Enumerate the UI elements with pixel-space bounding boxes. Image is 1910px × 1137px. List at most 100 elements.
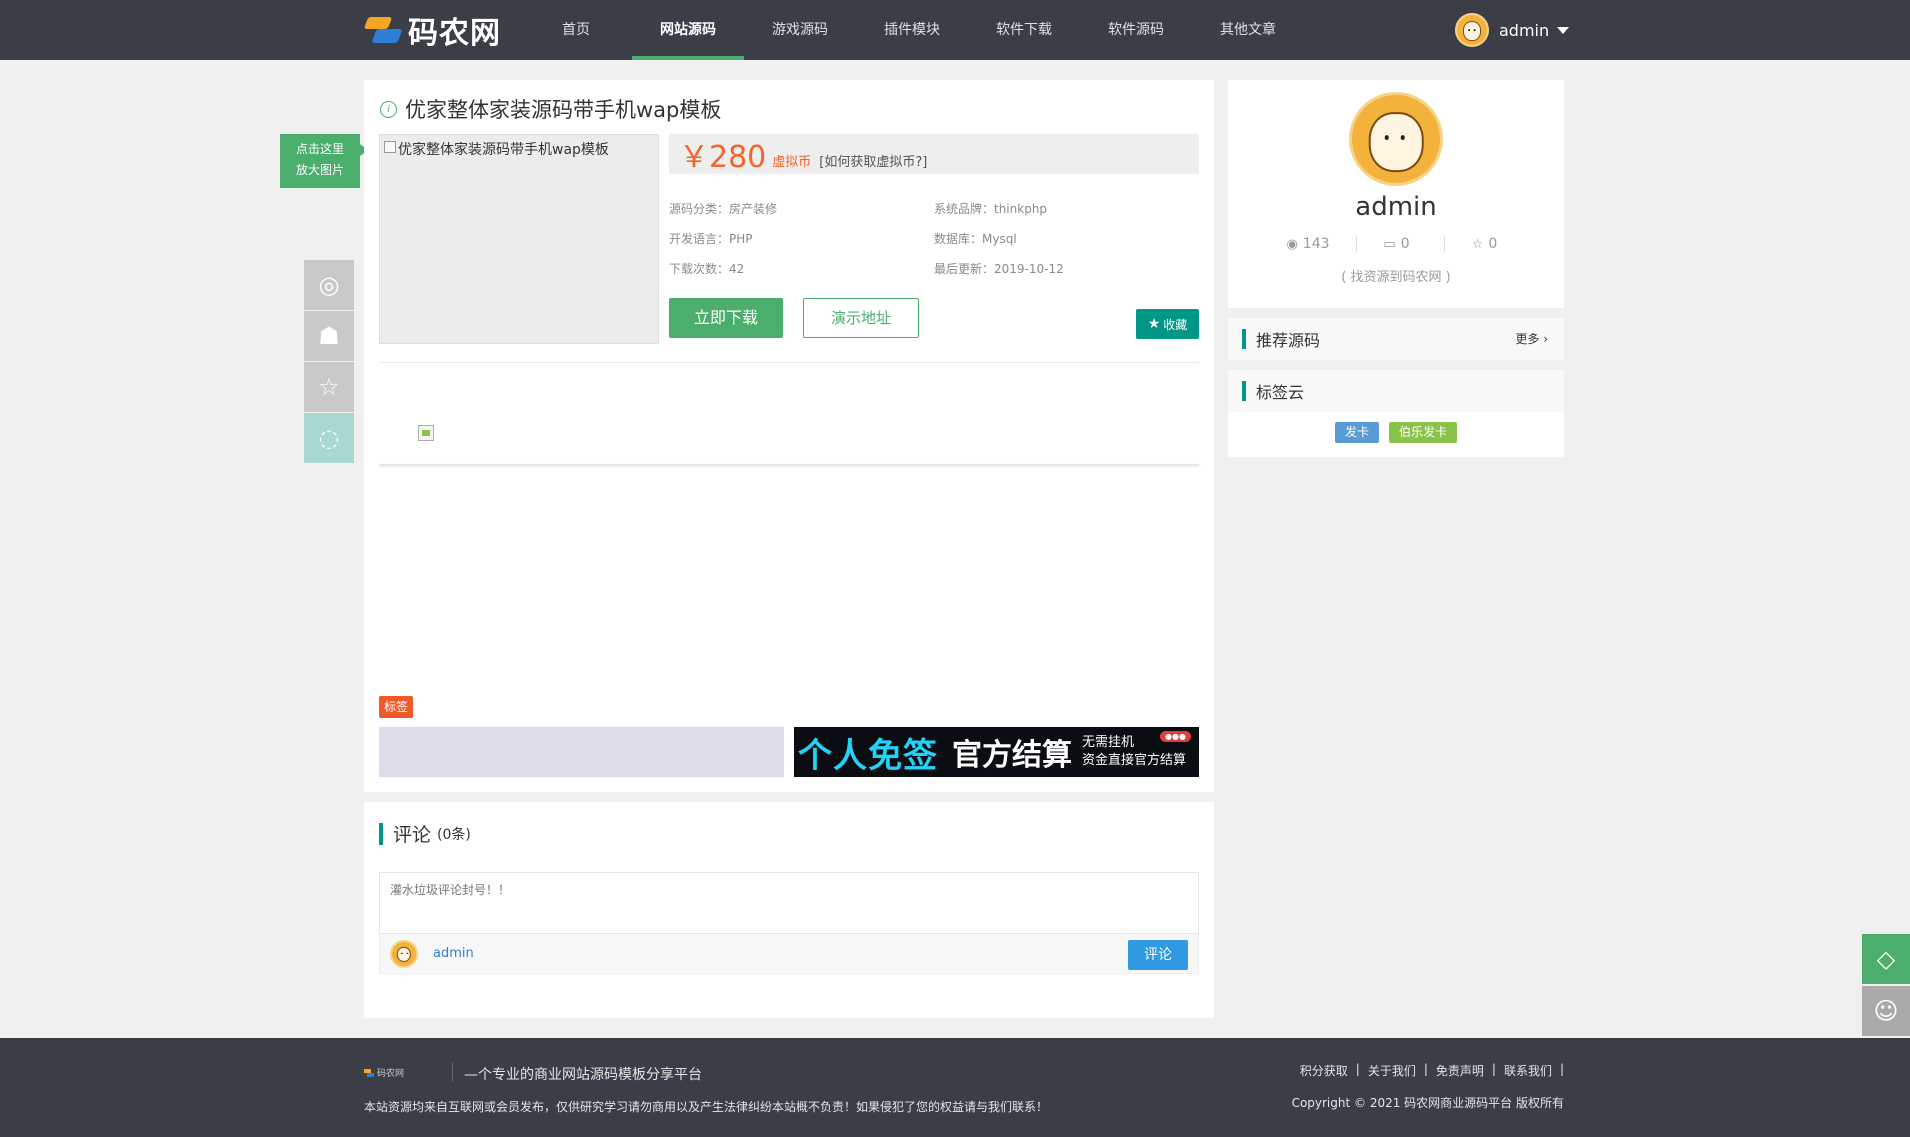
share-qzone-button[interactable]: ☆ [304,362,354,412]
vip-button[interactable]: ◇ [1862,934,1910,984]
tagcloud-header: 标签云 [1228,370,1564,412]
views-count: 143 [1302,236,1330,252]
footer-link-points[interactable]: 积分获取 [1300,1062,1348,1079]
currency-label: 虚拟币 [772,154,812,170]
section-bar-icon [379,822,383,845]
star-outline-icon: ☆ [1471,236,1484,252]
info-icon: i [380,100,397,118]
divider [379,464,1199,466]
nav-item-software-source[interactable]: 软件源码 [1080,0,1192,60]
tag-item[interactable]: 发卡 [1334,422,1379,443]
footer: 码农网 —个专业的商业网站源码模板分享平台 本站资源均来自互联网或会员发布，仅供… [0,1038,1910,1137]
comment-input[interactable] [379,872,1199,934]
comments-title: 评论 [393,824,432,846]
meta-language: 开发语言：PHP [669,232,753,246]
site-logo[interactable]: 码农网 [363,12,501,51]
more-label: 更多 [1515,332,1540,346]
star-icon: ★ [1147,316,1161,332]
comments-stat-count: 0 [1400,236,1410,252]
feedback-button[interactable]: ☺ [1862,986,1910,1036]
meta-brand: 系统品牌：thinkphp [934,202,1048,216]
zoom-image-tip[interactable]: 点击这里 放大图片 [280,134,368,188]
logo-icon [363,13,403,47]
broken-image-icon [384,141,396,153]
tag-list: 发卡 伯乐发卡 [1228,412,1564,457]
share-qq-button[interactable]: ☗ [304,311,354,361]
demo-button[interactable]: 演示地址 [803,298,919,338]
star-icon: ☆ [318,373,340,401]
more-link[interactable]: 更多 › [1515,330,1548,347]
ad-text-3b: 资金直接官方结算 [1082,753,1187,768]
meta-downloads: 下载次数：42 [669,262,745,276]
recommend-header: 推荐源码 更多 › [1228,318,1564,360]
caret-down-icon [1557,26,1570,34]
wechat-icon: ◌ [318,424,340,452]
diamond-icon: ◇ [1876,945,1896,973]
logo-text: 码农网 [408,16,501,51]
nav-item-other-articles[interactable]: 其他文章 [1192,0,1304,60]
avatar[interactable] [1349,92,1443,186]
footer-logo[interactable]: 码农网 [364,1066,404,1079]
footer-copyright: Copyright © 2021 码农网商业源码平台 版权所有 [1291,1096,1564,1110]
main-nav: 首页 网站源码 游戏源码 插件模块 软件下载 软件源码 其他文章 [520,0,1304,60]
separator: | [1423,1062,1428,1076]
ad-banner-right[interactable]: 个人免签 官方结算 无需挂机 资金直接官方结算 ●●● [794,727,1199,777]
footer-link-disclaimer[interactable]: 免责声明 [1436,1062,1484,1079]
nav-item-game-source[interactable]: 游戏源码 [744,0,856,60]
favorite-button[interactable]: ★ 收藏 [1136,309,1199,339]
content-image [418,425,434,441]
footer-disclaimer: 本站资源均来自互联网或会员发布，仅供研究学习请勿商用以及产生法律纠纷本站概不负责… [364,1100,1049,1114]
chevron-right-icon: › [1543,332,1548,346]
nav-item-plugins[interactable]: 插件模块 [856,0,968,60]
smile-icon: ☺ [1873,997,1899,1025]
meta-category: 源码分类：房产装修 [669,202,778,216]
ad-text-1: 个人免签 [798,735,938,776]
product-title-row: i 优家整体家装源码带手机wap模板 [380,94,721,124]
image-alt-text: 优家整体家装源码带手机wap模板 [398,142,609,158]
tag-label: 标签 [379,696,413,718]
zoom-tip-line2: 放大图片 [295,163,344,177]
avatar [390,939,418,968]
avatar [1455,13,1489,47]
weibo-icon: ◎ [318,271,340,299]
price: ￥280 [679,140,767,175]
nav-item-website-source[interactable]: 网站源码 [632,0,744,60]
eye-icon: ◉ [1286,236,1298,252]
meta-database: 数据库：Mysql [934,232,1017,246]
comment-user-name[interactable]: admin [433,946,474,961]
ad-badge: ●●● [1160,731,1191,742]
footer-slogan: —个专业的商业网站源码模板分享平台 [464,1067,702,1083]
comments-header: 评论 (0条) [379,820,471,847]
nav-item-software-download[interactable]: 软件下载 [968,0,1080,60]
tagcloud-card: 标签云 发卡 伯乐发卡 [1228,370,1564,457]
zoom-tip-line1: 点击这里 [295,142,344,156]
tag-item[interactable]: 伯乐发卡 [1389,422,1458,443]
ad-banner-left[interactable] [379,727,784,777]
comments-panel: 评论 (0条) admin 评论 [364,802,1214,1018]
section-bar-icon [1242,329,1246,349]
user-name: admin [1499,20,1550,40]
author-profile-card: admin ◉ 143 ▭ 0 ☆ 0 ( 找资源到码农网 ) [1228,80,1564,308]
separator: | [1355,1062,1360,1076]
separator: | [1491,1062,1496,1076]
submit-comment-button[interactable]: 评论 [1128,940,1188,970]
product-title: 优家整体家装源码带手机wap模板 [405,98,722,122]
footer-link-about[interactable]: 关于我们 [1368,1062,1416,1079]
footer-link-contact[interactable]: 联系我们 [1504,1062,1552,1079]
recommend-title: 推荐源码 [1256,331,1321,350]
profile-stats: ◉ 143 ▭ 0 ☆ 0 [1268,236,1524,252]
user-menu[interactable]: admin [1455,13,1570,47]
share-weibo-button[interactable]: ◎ [304,260,354,310]
views-stat: ◉ 143 [1268,236,1348,252]
download-button[interactable]: 立即下载 [669,298,783,338]
nav-item-home[interactable]: 首页 [520,0,632,60]
stars-count: 0 [1488,236,1498,252]
comment-icon: ▭ [1383,236,1396,252]
product-image[interactable]: 优家整体家装源码带手机wap模板 [379,134,659,344]
qq-penguin-icon: ☗ [318,322,340,350]
how-to-get-coins-link[interactable]: [如何获取虚拟币?] [819,151,927,170]
comments-stat: ▭ 0 [1356,236,1436,252]
logo-icon [364,1068,374,1077]
ad-text-2: 官方结算 [952,738,1072,773]
share-wechat-button[interactable]: ◌ [304,413,354,463]
